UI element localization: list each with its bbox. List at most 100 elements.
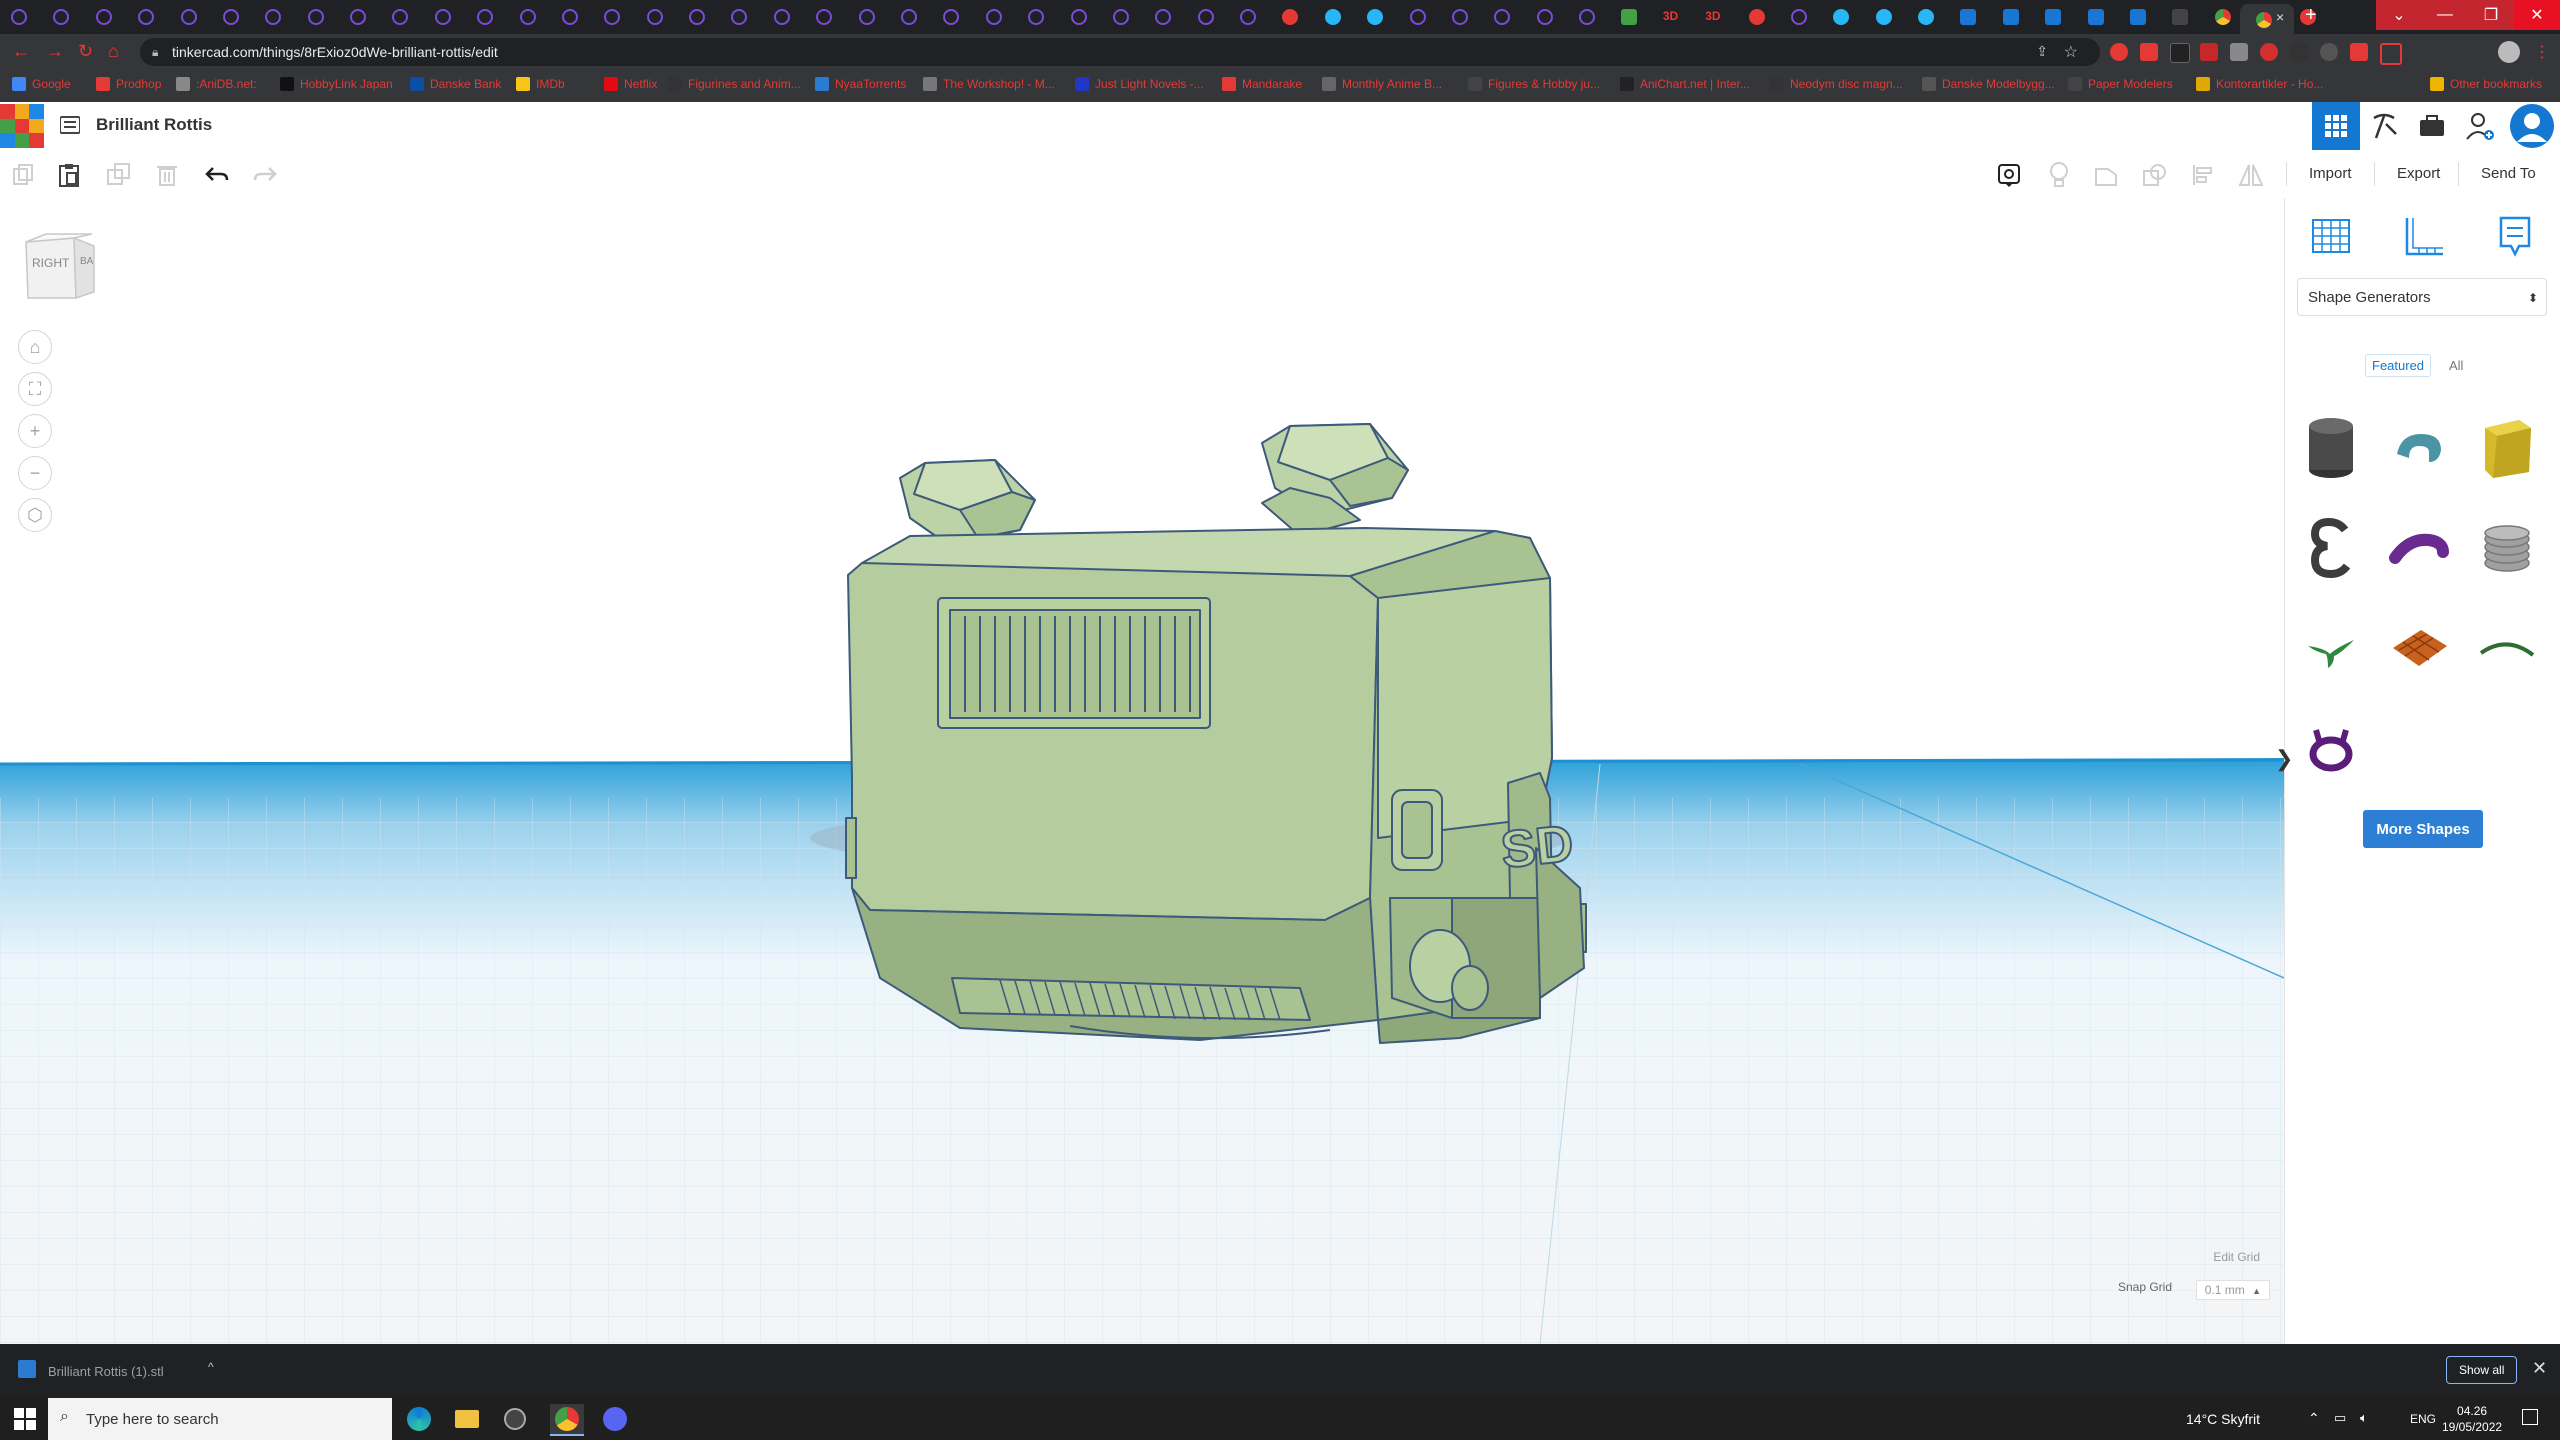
steam-app-icon[interactable] xyxy=(498,1404,532,1434)
tab-search-icon[interactable]: ⌄ xyxy=(2376,0,2422,30)
browser-tab[interactable] xyxy=(644,6,678,28)
notification-icon[interactable] xyxy=(2522,1409,2538,1425)
snap-grid-select[interactable]: 0.1 mm ▲ xyxy=(2195,1280,2270,1300)
chrome-menu-icon[interactable]: ⋮ xyxy=(2534,42,2550,62)
zoom-in-button[interactable]: + xyxy=(18,414,52,448)
zoom-out-button[interactable]: − xyxy=(18,456,52,490)
browser-tab[interactable] xyxy=(1957,6,1991,28)
shape-purple-tube[interactable] xyxy=(2379,498,2459,598)
bookmark-item[interactable]: Mandarake xyxy=(1222,77,1302,91)
browser-tab[interactable] xyxy=(1788,6,1822,28)
browser-tab[interactable] xyxy=(2000,6,2034,28)
bookmark-item[interactable]: Other bookmarks xyxy=(2430,77,2542,91)
tab-featured[interactable]: Featured xyxy=(2365,354,2432,377)
ungroup-shape-icon[interactable] xyxy=(2142,162,2168,188)
extension-dark-icon[interactable] xyxy=(2170,43,2190,63)
browser-tab[interactable] xyxy=(1576,6,1610,28)
shape-letter-e[interactable] xyxy=(2291,498,2371,598)
show-all-button[interactable]: Show all xyxy=(2446,1356,2518,1384)
shape-torus-hook[interactable] xyxy=(2379,398,2459,498)
ruler-tool-button[interactable] xyxy=(2399,212,2447,260)
browser-tab[interactable] xyxy=(1195,6,1229,28)
design-title[interactable]: Brilliant Rottis xyxy=(96,115,212,135)
redo-icon[interactable] xyxy=(252,162,278,188)
browser-tab[interactable] xyxy=(1068,6,1102,28)
browser-tab[interactable] xyxy=(432,6,466,28)
bricks-view-button[interactable] xyxy=(2408,102,2456,150)
browser-tab[interactable] xyxy=(983,6,1017,28)
bookmark-item[interactable]: Figurines and Anim... xyxy=(668,77,801,91)
sidebar-icon[interactable] xyxy=(2380,43,2402,65)
align-icon[interactable] xyxy=(2190,162,2216,188)
fit-all-button[interactable]: ⛶ xyxy=(18,372,52,406)
extensions-puzzle-icon[interactable] xyxy=(2350,43,2368,61)
browser-tab[interactable] xyxy=(1449,6,1483,28)
new-tab-button[interactable]: + xyxy=(2305,4,2317,27)
clock[interactable]: 04.26 19/05/2022 xyxy=(2442,1403,2502,1435)
browser-tab[interactable] xyxy=(1618,6,1652,28)
paste-icon[interactable] xyxy=(56,162,82,188)
windows-start-icon[interactable] xyxy=(14,1408,36,1430)
weather-widget[interactable]: 14°C Skyfrit xyxy=(2186,1411,2260,1427)
browser-tab[interactable] xyxy=(220,6,254,28)
browser-tab[interactable] xyxy=(1025,6,1059,28)
bookmark-item[interactable]: Netflix xyxy=(604,77,657,91)
extension-abp-icon[interactable] xyxy=(2260,43,2278,61)
shape-green-star[interactable] xyxy=(2291,598,2371,698)
extension-black-icon[interactable] xyxy=(2290,43,2308,61)
bookmark-item[interactable]: :AniDB.net: xyxy=(176,77,257,91)
extension-grey-icon[interactable] xyxy=(2230,43,2248,61)
browser-tab[interactable] xyxy=(1110,6,1144,28)
chrome-app-icon[interactable] xyxy=(550,1404,584,1436)
volume-icon[interactable]: 🔈︎ xyxy=(2360,1410,2368,1426)
bookmark-item[interactable]: Paper Modelers xyxy=(2068,77,2173,91)
browser-tab[interactable] xyxy=(559,6,593,28)
copy-icon[interactable] xyxy=(10,162,36,188)
bookmark-item[interactable]: Monthly Anime B... xyxy=(1322,77,1442,91)
blocks-view-button[interactable] xyxy=(2360,102,2408,150)
notes-panel-button[interactable] xyxy=(2491,212,2539,260)
browser-tab[interactable] xyxy=(728,6,762,28)
notes-tool-icon[interactable] xyxy=(1996,162,2022,188)
browser-tab[interactable] xyxy=(1364,6,1398,28)
browser-tab[interactable] xyxy=(1873,6,1907,28)
bookmark-item[interactable]: Just Light Novels -... xyxy=(1075,77,1204,91)
duplicate-icon[interactable] xyxy=(106,162,132,188)
bookmark-item[interactable]: Kontorartikler - Ho... xyxy=(2196,77,2323,91)
browser-tab[interactable] xyxy=(305,6,339,28)
browser-tab[interactable] xyxy=(347,6,381,28)
tab-close-icon[interactable]: × xyxy=(2276,9,2284,25)
browser-tab[interactable] xyxy=(940,6,974,28)
browser-tab[interactable] xyxy=(1703,6,1737,28)
browser-tab[interactable] xyxy=(1322,6,1356,28)
bookmark-star-icon[interactable]: ☆ xyxy=(2064,42,2078,62)
url-text[interactable]: tinkercad.com/things/8rExioz0dWe-brillia… xyxy=(172,44,498,60)
bookmark-item[interactable]: Google xyxy=(12,77,71,91)
file-explorer-icon[interactable] xyxy=(450,1404,484,1434)
browser-tab[interactable] xyxy=(50,6,84,28)
invite-user-button[interactable] xyxy=(2456,102,2504,150)
browser-tab[interactable] xyxy=(1661,6,1695,28)
browser-tab[interactable] xyxy=(1152,6,1186,28)
browser-tab[interactable] xyxy=(813,6,847,28)
browser-tab[interactable] xyxy=(262,6,296,28)
viewcube-face-label[interactable]: RIGHT xyxy=(32,256,69,270)
edit-grid-link[interactable]: Edit Grid xyxy=(2213,1250,2260,1264)
back-icon[interactable]: ← xyxy=(12,41,30,62)
tab-active[interactable]: × xyxy=(2240,4,2294,34)
bookmark-item[interactable]: NyaaTorrents xyxy=(815,77,906,91)
more-shapes-button[interactable]: More Shapes xyxy=(2363,810,2483,848)
send-to-button[interactable]: Send To xyxy=(2458,162,2536,186)
bookmark-item[interactable]: Prodhop xyxy=(96,77,161,91)
edge-app-icon[interactable] xyxy=(402,1404,436,1434)
minimize-button[interactable]: — xyxy=(2422,0,2468,30)
chevron-up-icon[interactable]: ^ xyxy=(208,1360,214,1374)
maximize-button[interactable]: ❐ xyxy=(2468,0,2514,30)
bookmark-item[interactable]: Neodym disc magn... xyxy=(1770,77,1903,91)
extension-red-icon[interactable] xyxy=(2110,43,2128,61)
bookmark-item[interactable]: Danske Bank xyxy=(410,77,501,91)
browser-tab[interactable] xyxy=(856,6,890,28)
undo-icon[interactable] xyxy=(204,162,230,188)
light-bulb-icon[interactable] xyxy=(2046,162,2072,188)
browser-tab[interactable] xyxy=(2042,6,2076,28)
